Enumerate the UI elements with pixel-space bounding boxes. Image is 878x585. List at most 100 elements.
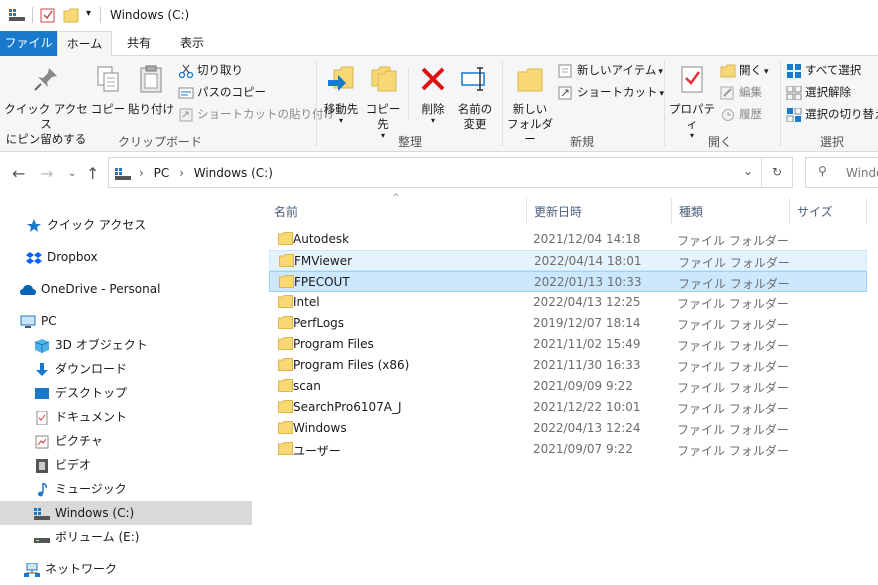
breadcrumb-pc[interactable]: PC [154,166,170,180]
copy-path-button[interactable]: パスのコピー [178,82,266,102]
drive-icon [34,507,50,520]
drive-icon [115,168,131,180]
file-type: ファイル フォルダー [677,297,789,311]
table-row[interactable]: Windows 2022/04/13 12:24 ファイル フォルダー [269,418,867,439]
table-row[interactable]: Intel 2022/04/13 12:25 ファイル フォルダー [269,292,867,313]
table-row[interactable]: FPECOUT 2022/01/13 10:33 ファイル フォルダー [269,271,867,292]
column-divider[interactable] [789,198,790,224]
file-type: ファイル フォルダー [677,318,789,332]
paste-shortcut-button[interactable]: ショートカットの貼り付け [178,104,335,124]
invert-selection-button[interactable]: 選択の切り替え [786,104,878,124]
column-header-size[interactable]: サイズ [797,203,833,220]
file-date: 2022/04/14 18:01 [534,254,642,268]
properties-label: プロパティ [669,102,715,131]
table-row[interactable]: FMViewer 2022/04/14 18:01 ファイル フォルダー [269,250,867,271]
nav-label: ドキュメント [55,410,128,424]
nav-item-desktop[interactable]: デスクトップ [34,381,127,405]
history-button[interactable]: 履歴 [720,104,762,124]
move-to-button[interactable]: 移動先 ▾ [320,64,362,125]
rename-button[interactable]: 名前の 変更 [454,64,496,132]
column-header-date[interactable]: 更新日時 [534,203,582,220]
quick-access-dropdown-icon[interactable]: ▾ [86,8,91,19]
nav-item-pc[interactable]: PC [20,309,57,333]
table-row[interactable]: PerfLogs 2019/12/07 18:14 ファイル フォルダー [269,313,867,334]
table-row[interactable]: SearchPro6107A_J 2021/12/22 10:01 ファイル フォル… [269,397,867,418]
tab-home[interactable]: ホーム [57,31,112,57]
table-row[interactable]: Autodesk 2021/12/04 14:18 ファイル フォルダー [269,229,867,250]
open-dropdown-icon: ▾ [764,67,769,77]
properties-check-icon[interactable] [40,7,56,23]
nav-label: ネットワーク [45,562,118,576]
edit-label: 編集 [739,85,762,99]
pin-quick-access-button[interactable]: クイック アクセス にピン留めする [4,64,88,147]
nav-item-pictures[interactable]: ピクチャ [34,429,103,453]
pin-icon [34,68,57,91]
table-row[interactable]: Program Files 2021/11/02 15:49 ファイル フォルダー [269,334,867,355]
folder-icon [278,421,293,434]
column-divider[interactable] [526,198,527,224]
ribbon-separator [316,60,317,146]
file-name: FMViewer [294,254,353,268]
nav-item-3d-objects[interactable]: 3D オブジェクト [34,333,148,357]
column-divider[interactable] [866,198,867,224]
cut-button[interactable]: 切り取り [178,60,243,80]
group-label-new: 新規 [569,135,594,149]
window-title: Windows (C:) [110,8,190,22]
refresh-button[interactable]: ↻ [762,157,793,188]
copy-to-button[interactable]: コピー先 ▾ [362,64,404,140]
nav-item-quick-access[interactable]: クイック アクセス [26,213,146,237]
rename-label-2: 変更 [463,117,487,131]
table-row[interactable]: Program Files (x86) 2021/11/30 16:33 ファイル … [269,355,867,376]
folder-icon [278,358,293,371]
rename-icon [461,67,485,91]
delete-label: 削除 [421,102,445,116]
select-all-button[interactable]: すべて選択 [786,60,861,80]
computer-icon [20,315,36,328]
desktop-icon [35,387,49,399]
nav-item-videos[interactable]: ビデオ [34,453,91,477]
column-header-name[interactable]: 名前 [274,203,298,220]
shortcut-button[interactable]: ショートカット ▾ [558,82,664,102]
nav-item-volume-e[interactable]: ボリューム (E:) [34,525,139,549]
picture-icon [35,435,49,448]
edit-button[interactable]: 編集 [720,82,762,102]
drive-icon[interactable] [9,9,25,21]
nav-label: ビデオ [55,458,92,472]
new-item-button[interactable]: 新しいアイテム ▾ [558,60,663,80]
paste-button[interactable]: 貼り付け [128,64,174,117]
delete-button[interactable]: 削除 ▾ [414,64,452,125]
tab-file[interactable]: ファイル [0,31,57,56]
forward-arrow-icon[interactable]: → [40,164,53,183]
copy-button[interactable]: コピー [90,64,126,117]
move-to-dropdown-icon: ▾ [338,116,343,125]
table-row[interactable]: scan 2021/09/09 9:22 ファイル フォルダー [269,376,867,397]
search-input[interactable]: ⚲ Windo [805,157,878,188]
properties-button[interactable]: プロパティ ▾ [666,64,718,140]
open-button[interactable]: 開く ▾ [720,60,769,80]
address-dropdown-icon[interactable]: ⌄ [743,164,753,178]
tab-view[interactable]: 表示 [166,31,218,56]
address-field[interactable]: › PC › Windows (C:) ⌄ [108,157,762,188]
nav-item-windows-c[interactable]: Windows (C:) [0,501,252,525]
table-row[interactable]: ユーザー 2021/09/07 9:22 ファイル フォルダー [269,439,867,460]
nav-item-documents[interactable]: ドキュメント [34,405,127,429]
file-date: 2021/12/22 10:01 [533,400,641,414]
column-header-type[interactable]: 種類 [679,203,703,220]
file-name: scan [293,379,321,393]
recent-locations-icon[interactable]: ⌄ [68,168,76,179]
up-arrow-icon[interactable]: ↑ [86,164,99,183]
new-folder-icon[interactable] [63,7,79,23]
nav-item-dropbox[interactable]: Dropbox [26,245,98,269]
column-divider[interactable] [671,198,672,224]
nav-item-downloads[interactable]: ダウンロード [34,357,127,381]
nav-item-music[interactable]: ミュージック [34,477,127,501]
nav-item-onedrive[interactable]: OneDrive - Personal [20,277,160,301]
tab-share[interactable]: 共有 [112,31,166,56]
nav-item-network[interactable]: ネットワーク [24,557,117,581]
properties-icon [681,66,703,93]
back-arrow-icon[interactable]: ← [12,164,25,183]
select-none-button[interactable]: 選択解除 [786,82,851,102]
breadcrumb-drive[interactable]: Windows (C:) [194,166,273,180]
new-folder-icon [517,68,543,92]
file-type: ファイル フォルダー [677,423,789,437]
